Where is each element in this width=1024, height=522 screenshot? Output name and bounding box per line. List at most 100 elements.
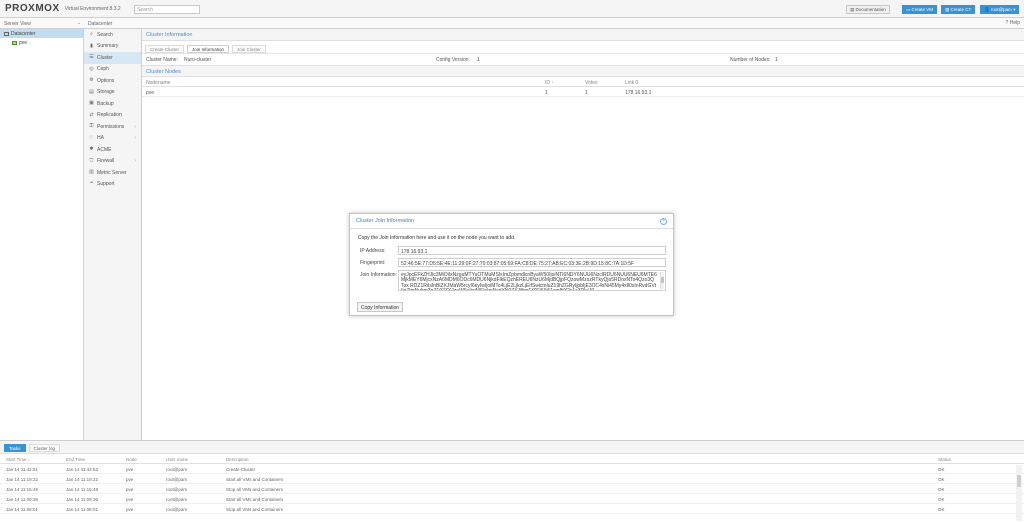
create-cluster-button[interactable]: Create Cluster: [145, 45, 185, 53]
join-info-textarea[interactable]: eyJpcEFkZHJlc3MiOiIxNzguMTYuOTMuMSIsImZp…: [398, 270, 666, 291]
help-button[interactable]: ? Help: [1006, 20, 1020, 26]
resource-panel: Server View ⌄ Datacenter pve ⌕ Search ▮ Su…: [0, 18, 142, 440]
cell-end-time: Jan 14 11:08:01: [66, 507, 98, 512]
certificate-icon: ✱: [89, 146, 94, 153]
cell-status: OK: [938, 497, 945, 502]
nav-item-label: Replication: [97, 112, 122, 119]
nav-item-replication[interactable]: ⇄ Replication: [84, 110, 141, 122]
tree-item-label: pve: [19, 39, 28, 46]
column-header-link0[interactable]: Link 0: [625, 80, 638, 86]
nav-item-label: Permissions: [97, 123, 125, 130]
user-label: root@pam: [990, 7, 1012, 12]
column-header-nodename[interactable]: Nodename: [146, 80, 170, 86]
task-log-tabs: Tasks Cluster log: [0, 441, 1024, 454]
nav-item-support[interactable]: ❝ Support: [84, 179, 141, 191]
fingerprint-field[interactable]: 52:46:5E:77:D5:5E:4E:11:29:0F:27:70:03:8…: [398, 258, 666, 267]
nav-item-label: ACME: [97, 146, 112, 153]
task-log-panel: Tasks Cluster log Start Time ↓ End Time …: [0, 440, 1024, 522]
nav-item-summary[interactable]: ▮ Summary: [84, 41, 141, 53]
resource-tree: Datacenter pve: [0, 29, 84, 440]
server-view-select[interactable]: Server View ⌄: [0, 18, 84, 29]
task-log-scrollbar[interactable]: [1016, 465, 1022, 521]
cell-description: Stop all VMs and Containers: [226, 507, 284, 512]
cell-node: pve: [126, 507, 134, 512]
cell-status: OK: [938, 507, 945, 512]
top-bar: PROXMOX Virtual Environment 8.3.2 Search…: [0, 0, 1024, 18]
cell-id: 1: [545, 90, 548, 96]
book-icon: ▮: [90, 42, 93, 49]
tree-item-datacenter[interactable]: Datacenter: [0, 29, 83, 38]
column-header-votes[interactable]: Votes: [585, 80, 598, 86]
documentation-button[interactable]: ▤ Documentation: [846, 5, 890, 14]
documentation-label: Documentation: [855, 7, 886, 12]
column-header-user[interactable]: User name: [166, 457, 188, 462]
table-row[interactable]: Jan 14 11:42:51 Jan 14 11:42:53 pve root…: [0, 464, 1024, 474]
config-version-label: Config Version:: [436, 57, 470, 63]
join-information-button[interactable]: Join Information: [187, 45, 230, 53]
column-header-node[interactable]: Node: [126, 457, 137, 462]
cluster-toolbar: Create Cluster Join Information Join Clu…: [142, 41, 1024, 54]
table-row[interactable]: Jan 14 11:09:36 Jan 14 11:09:36 pve root…: [0, 494, 1024, 504]
cell-end-time: Jan 14 11:09:36: [66, 497, 98, 502]
nav-item-ha[interactable]: ♡ HA ›: [84, 133, 141, 145]
server-view-label: Server View: [4, 21, 31, 27]
cell-start-time: Jan 14 11:09:36: [6, 497, 38, 502]
nav-item-label: Search: [97, 31, 113, 38]
cell-votes: 1: [585, 90, 588, 96]
nav-item-firewall[interactable]: ⛉ Firewall ›: [84, 156, 141, 168]
proxmox-logo[interactable]: PROXMOX Virtual Environment 8.3.2: [5, 2, 121, 15]
nav-item-label: Metric Server: [97, 169, 127, 176]
nav-item-label: HA: [97, 135, 104, 142]
create-ct-button[interactable]: ▧ Create CT: [941, 5, 976, 14]
cell-start-time: Jan 14 11:15:49: [6, 487, 38, 492]
textarea-scrollbar[interactable]: [660, 272, 664, 289]
chevron-right-icon: ›: [134, 158, 136, 165]
nav-item-acme[interactable]: ✱ ACME: [84, 144, 141, 156]
search-input[interactable]: Search: [134, 5, 200, 14]
ip-address-field[interactable]: 178.16.93.1: [398, 246, 666, 255]
nav-item-label: Backup: [97, 100, 114, 107]
create-vm-label: Create VM: [911, 7, 934, 12]
table-row[interactable]: Jan 14 11:08:01 Jan 14 11:08:01 pve root…: [0, 504, 1024, 514]
ip-address-label: IP Address:: [360, 248, 386, 254]
help-label: Help: [1009, 20, 1020, 26]
tab-cluster-log[interactable]: Cluster log: [28, 444, 61, 452]
join-cluster-button[interactable]: Join Cluster: [232, 45, 266, 53]
node-icon: [12, 40, 17, 45]
table-row[interactable]: Jan 14 11:15:49 Jan 14 11:15:49 pve root…: [0, 484, 1024, 494]
comments-icon: ❝: [90, 180, 93, 187]
cluster-name-label: Cluster Name:: [146, 57, 178, 63]
join-info-label: Join Information:: [360, 272, 397, 278]
table-row[interactable]: Jan 14 11:19:22 Jan 14 11:19:22 pve root…: [0, 474, 1024, 484]
close-icon[interactable]: ×: [660, 218, 667, 225]
cluster-info-row: Cluster Name: Nuro-cluster Config Versio…: [142, 54, 1024, 65]
cell-user: root@pam: [166, 497, 188, 502]
tab-tasks[interactable]: Tasks: [4, 444, 26, 452]
tasks-grid-header: Start Time ↓ End Time Node User name Des…: [0, 454, 1024, 464]
column-header-description[interactable]: Description: [226, 457, 249, 462]
nav-item-cluster[interactable]: ☰ Cluster: [84, 52, 141, 64]
column-header-end-time[interactable]: End Time: [66, 457, 85, 462]
cluster-nodes-title: Cluster Nodes: [142, 65, 1024, 77]
nav-item-ceph[interactable]: ◎ Ceph: [84, 64, 141, 76]
column-header-start-time[interactable]: Start Time ↓: [6, 457, 30, 462]
table-row[interactable]: pve 1 1 178.16.93.1: [142, 87, 1024, 97]
tree-item-pve[interactable]: pve: [0, 38, 83, 47]
column-header-status[interactable]: Status: [938, 457, 951, 462]
nav-item-label: Ceph: [97, 66, 109, 73]
column-header-id[interactable]: ID ↑: [545, 80, 554, 86]
nav-item-label: Options: [97, 77, 115, 84]
user-menu-button[interactable]: 👤 root@pam ▾: [980, 5, 1020, 14]
nav-item-metric-server[interactable]: ▥ Metric Server: [84, 167, 141, 179]
copy-information-button[interactable]: Copy Information: [357, 302, 404, 312]
cell-description: Start all VMs and Containers: [226, 477, 284, 482]
create-vm-button[interactable]: ▭ Create VM: [902, 5, 938, 14]
nav-item-options[interactable]: ⚙ Options: [84, 75, 141, 87]
nav-item-backup[interactable]: ▣ Backup: [84, 98, 141, 110]
nav-item-label: Firewall: [97, 158, 115, 165]
nav-item-permissions[interactable]: ⚿ Permissions ›: [84, 121, 141, 133]
nav-item-storage[interactable]: ▤ Storage: [84, 87, 141, 99]
fingerprint-label: Fingerprint:: [360, 260, 386, 266]
dialog-title: Cluster Join Information: [356, 218, 415, 224]
nav-item-search[interactable]: ⌕ Search: [84, 29, 141, 41]
